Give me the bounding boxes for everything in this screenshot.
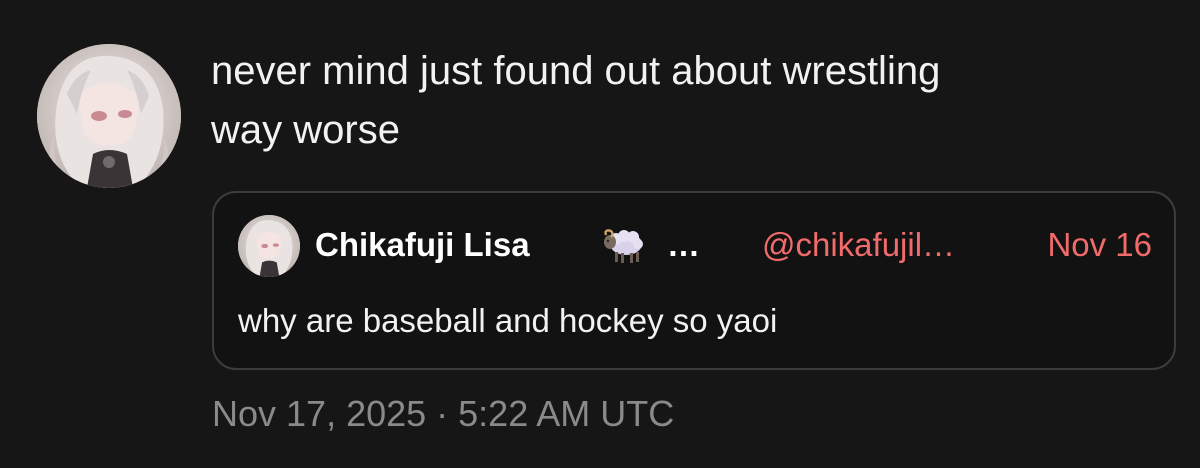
quoted-post-header: Chikafuji Lisa … @chikafujil… Nov 16: [238, 215, 1152, 277]
name-truncation-ellipsis: …: [667, 226, 700, 263]
post-timestamp[interactable]: Nov 17, 2025 · 5:22 AM UTC: [212, 392, 674, 436]
quoted-post-text: why are baseball and hockey so yaoi: [238, 302, 778, 339]
quoted-author-name[interactable]: Chikafuji Lisa: [315, 224, 530, 266]
quoted-post-card[interactable]: Chikafuji Lisa … @chikafujil… Nov 16 why…: [212, 191, 1176, 370]
post-card: never mind just found out about wrestlin…: [0, 0, 1200, 468]
post-text: never mind just found out about wrestlin…: [211, 49, 941, 152]
quoted-post-date[interactable]: Nov 16: [1047, 224, 1152, 266]
avatar-illustration-icon: [37, 44, 181, 188]
avatar-illustration-icon: [238, 215, 300, 277]
sheep-emoji-icon: [604, 229, 643, 263]
quoted-author-handle[interactable]: @chikafujil…: [762, 224, 955, 266]
author-avatar[interactable]: [37, 44, 181, 188]
quoted-author-avatar[interactable]: [238, 215, 300, 277]
